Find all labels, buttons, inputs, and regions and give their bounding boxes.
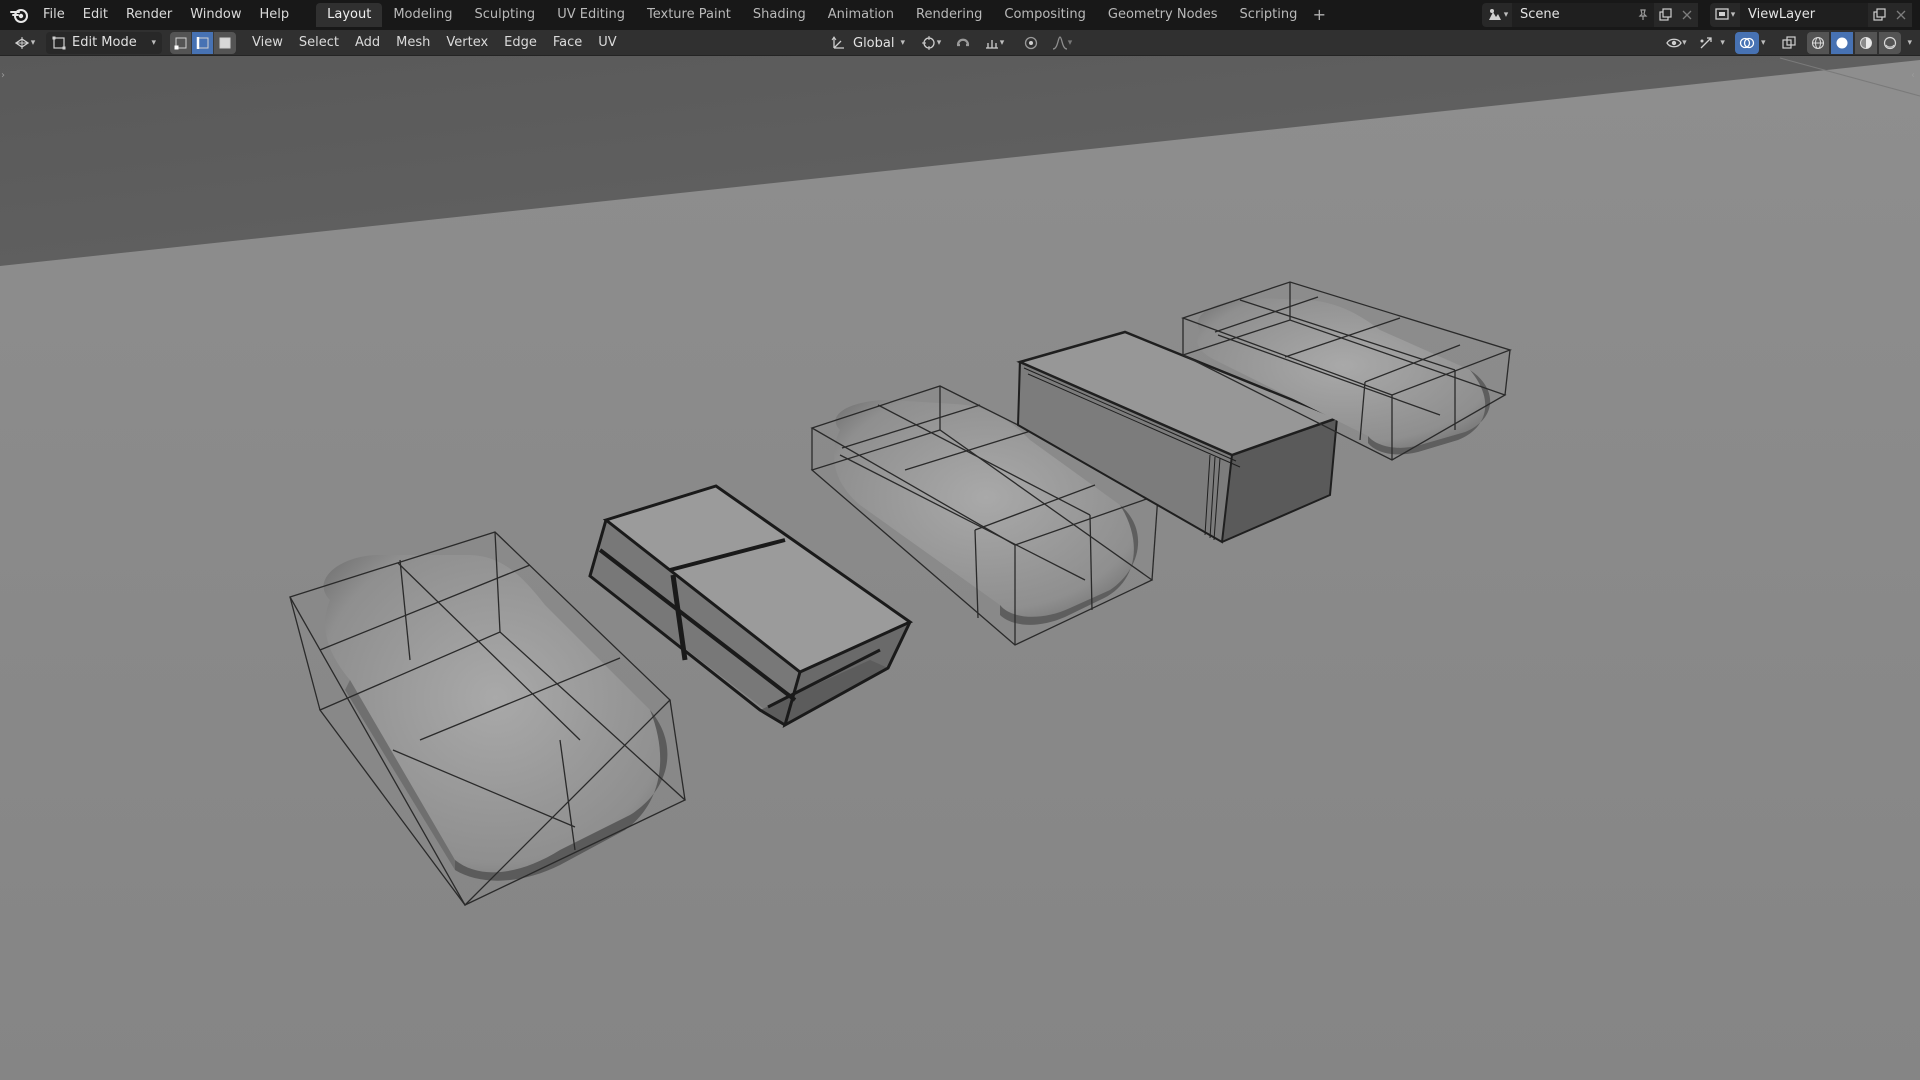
workspace-tabs: Layout Modeling Sculpting UV Editing Tex… <box>316 3 1330 27</box>
tab-shading[interactable]: Shading <box>742 3 817 27</box>
menu-mesh[interactable]: Mesh <box>388 30 438 56</box>
chevron-down-icon[interactable]: ▾ <box>1720 38 1725 48</box>
menu-face[interactable]: Face <box>545 30 590 56</box>
tab-rendering[interactable]: Rendering <box>905 3 993 27</box>
rendered-shading-icon[interactable] <box>1879 32 1902 54</box>
chevron-down-icon[interactable]: ▾ <box>1761 38 1766 48</box>
mode-dropdown[interactable]: Edit Mode ▾ <box>46 31 162 54</box>
chevron-down-icon: ▾ <box>900 38 906 48</box>
main-menu: File Edit Render Window Help <box>34 0 298 30</box>
new-view-layer-icon[interactable] <box>1868 3 1890 27</box>
xray-toggle-icon[interactable] <box>1777 32 1801 54</box>
orientation-label: Global <box>853 35 895 51</box>
pivot-point-icon[interactable]: ▾ <box>915 32 947 54</box>
select-mode-group <box>170 31 236 54</box>
scene-selector: ▾ Scene <box>1482 3 1698 27</box>
menu-vertex[interactable]: Vertex <box>438 30 496 56</box>
viewport-scene[interactable] <box>0 56 1920 1080</box>
chevron-down-icon[interactable]: ▾ <box>1907 38 1912 48</box>
new-scene-icon[interactable] <box>1654 3 1676 27</box>
tab-texture-paint[interactable]: Texture Paint <box>636 3 742 27</box>
wireframe-shading-icon[interactable] <box>1807 32 1830 54</box>
menu-help[interactable]: Help <box>251 0 299 30</box>
3d-viewport[interactable]: › ‹ <box>0 56 1920 1080</box>
snap-target-icon[interactable]: ▾ <box>979 32 1009 54</box>
solid-shading-icon[interactable] <box>1831 32 1854 54</box>
tab-uv-editing[interactable]: UV Editing <box>546 3 636 27</box>
scene-icon[interactable]: ▾ <box>1482 3 1512 27</box>
tab-compositing[interactable]: Compositing <box>993 3 1097 27</box>
scene-name-field[interactable]: Scene <box>1512 3 1632 27</box>
blender-logo-icon[interactable] <box>4 0 34 30</box>
tab-modeling[interactable]: Modeling <box>382 3 463 27</box>
menu-edge[interactable]: Edge <box>496 30 545 56</box>
overlays-icon[interactable] <box>1734 32 1759 54</box>
menu-window[interactable]: Window <box>181 0 250 30</box>
tab-scripting[interactable]: Scripting <box>1229 3 1309 27</box>
transform-tools: Global ▾ ▾ ▾ ▾ <box>825 32 1077 54</box>
global-orientation-icon <box>831 36 844 49</box>
proportional-falloff-icon[interactable]: ▾ <box>1047 32 1077 54</box>
viewport-header: ▾ Edit Mode ▾ View Select Add Mesh Verte… <box>0 30 1920 56</box>
menu-render[interactable]: Render <box>117 0 181 30</box>
gizmo-icon[interactable] <box>1694 32 1718 54</box>
view-layer-icon[interactable]: ▾ <box>1710 3 1740 27</box>
delete-view-layer-icon[interactable] <box>1890 3 1912 27</box>
visibility-eye-icon[interactable]: ▾ <box>1660 32 1692 54</box>
view-layer-selector: ▾ ViewLayer <box>1710 3 1912 27</box>
pin-icon[interactable] <box>1632 3 1654 27</box>
menu-edit[interactable]: Edit <box>74 0 117 30</box>
delete-scene-icon[interactable] <box>1676 3 1698 27</box>
editor-type-icon[interactable]: ▾ <box>8 32 42 54</box>
mode-label: Edit Mode <box>72 35 137 50</box>
menu-view[interactable]: View <box>244 30 291 56</box>
viewport-display-tools: ▾ ▾ ▾ ▾ <box>1660 32 1912 54</box>
menu-uv[interactable]: UV <box>590 30 624 56</box>
view-layer-name-field[interactable]: ViewLayer <box>1740 3 1868 27</box>
add-workspace-button[interactable]: + <box>1308 3 1330 27</box>
vertex-select-icon[interactable] <box>170 31 192 54</box>
tab-layout[interactable]: Layout <box>316 3 383 27</box>
material-shading-icon[interactable] <box>1855 32 1878 54</box>
toolbar-expand-icon[interactable]: › <box>1 70 9 84</box>
top-bar: File Edit Render Window Help Layout Mode… <box>0 0 1920 30</box>
menu-add[interactable]: Add <box>347 30 388 56</box>
face-select-icon[interactable] <box>214 31 236 54</box>
tab-geometry-nodes[interactable]: Geometry Nodes <box>1097 3 1229 27</box>
snap-toggle-icon[interactable] <box>951 32 975 54</box>
menu-select[interactable]: Select <box>291 30 347 56</box>
edit-mode-icon <box>52 36 66 49</box>
orientation-dropdown[interactable]: Global ▾ <box>825 32 911 54</box>
tab-sculpting[interactable]: Sculpting <box>463 3 546 27</box>
proportional-editing-icon[interactable] <box>1019 32 1043 54</box>
viewport-menu: View Select Add Mesh Vertex Edge Face UV <box>244 30 625 56</box>
chevron-down-icon: ▾ <box>151 37 156 48</box>
tab-animation[interactable]: Animation <box>817 3 905 27</box>
edge-select-icon[interactable] <box>192 31 214 54</box>
sidebar-expand-icon[interactable]: ‹ <box>1911 70 1919 84</box>
menu-file[interactable]: File <box>34 0 74 30</box>
